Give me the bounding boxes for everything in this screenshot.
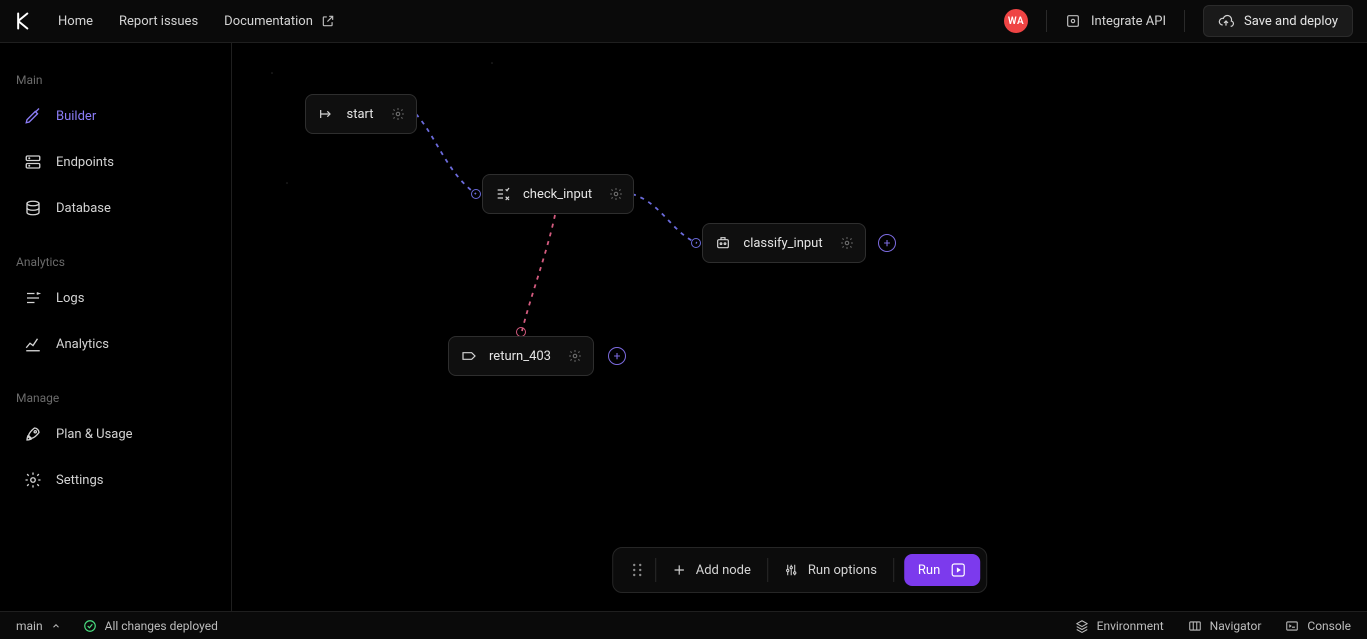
sidebar-item-plan-usage[interactable]: Plan & Usage — [0, 411, 231, 457]
navigator-label: Navigator — [1210, 619, 1262, 633]
chevron-up-icon — [51, 621, 61, 631]
sidebar: Main Builder Endpoints Database Analytic… — [0, 43, 232, 611]
integrate-api-label: Integrate API — [1091, 14, 1166, 29]
node-check-input[interactable]: check_input — [482, 174, 634, 214]
topbar: Home Report issues Documentation WA Inte… — [0, 0, 1367, 43]
builder-icon — [24, 107, 42, 125]
app-logo[interactable] — [14, 11, 34, 31]
gear-icon[interactable] — [567, 347, 583, 365]
console-button[interactable]: Console — [1285, 619, 1351, 633]
api-icon — [1065, 13, 1081, 29]
rocket-icon — [24, 425, 42, 443]
node-label: start — [346, 107, 373, 122]
sidebar-item-database[interactable]: Database — [0, 185, 231, 231]
sidebar-item-label: Settings — [56, 473, 103, 488]
sidebar-item-endpoints[interactable]: Endpoints — [0, 139, 231, 185]
gear-icon[interactable] — [608, 185, 623, 203]
play-icon — [950, 562, 966, 578]
save-deploy-label: Save and deploy — [1244, 14, 1338, 29]
environment-label: Environment — [1097, 619, 1164, 633]
sidebar-item-label: Logs — [56, 291, 84, 306]
deploy-status-label: All changes deployed — [105, 619, 218, 633]
deploy-status: All changes deployed — [83, 619, 218, 633]
nav-report-issues[interactable]: Report issues — [119, 14, 198, 29]
tag-icon — [461, 347, 477, 365]
sidebar-item-analytics[interactable]: Analytics — [0, 321, 231, 367]
add-node-label: Add node — [696, 563, 751, 578]
sidebar-item-label: Builder — [56, 109, 96, 124]
nav-documentation[interactable]: Documentation — [224, 14, 335, 29]
plus-icon — [672, 563, 686, 577]
checklist-icon — [495, 185, 511, 203]
gear-icon — [24, 471, 42, 489]
map-icon — [1188, 619, 1202, 633]
database-icon — [24, 199, 42, 217]
cloud-upload-icon — [1218, 13, 1234, 29]
node-classify-input[interactable]: classify_input — [702, 223, 866, 263]
drag-handle-icon[interactable] — [619, 554, 655, 586]
environment-button[interactable]: Environment — [1075, 619, 1164, 633]
node-input-port[interactable] — [471, 189, 481, 199]
sidebar-item-label: Analytics — [56, 337, 109, 352]
sidebar-item-logs[interactable]: Logs — [0, 275, 231, 321]
save-deploy-button[interactable]: Save and deploy — [1203, 5, 1353, 37]
node-label: classify_input — [743, 236, 822, 251]
external-link-icon — [321, 14, 335, 28]
endpoints-icon — [24, 153, 42, 171]
top-nav: Home Report issues Documentation — [58, 14, 335, 29]
sidebar-item-label: Database — [56, 201, 111, 216]
model-icon — [715, 234, 731, 252]
run-button[interactable]: Run — [904, 554, 980, 586]
logs-icon — [24, 289, 42, 307]
node-label: check_input — [523, 187, 592, 202]
node-input-port[interactable] — [691, 238, 701, 248]
canvas-toolbar: Add node Run options Run — [612, 547, 988, 593]
sidebar-group-manage: Manage — [0, 381, 231, 411]
sidebar-item-label: Endpoints — [56, 155, 114, 170]
node-return-403[interactable]: return_403 — [448, 336, 594, 376]
statusbar: main All changes deployed Environment Na… — [0, 611, 1367, 639]
sidebar-item-builder[interactable]: Builder — [0, 93, 231, 139]
sidebar-group-analytics: Analytics — [0, 245, 231, 275]
nav-documentation-label: Documentation — [224, 14, 313, 29]
branch-selector[interactable]: main — [16, 619, 61, 633]
sidebar-item-label: Plan & Usage — [56, 427, 133, 442]
sidebar-item-settings[interactable]: Settings — [0, 457, 231, 503]
run-options-button[interactable]: Run options — [768, 555, 893, 586]
analytics-icon — [24, 335, 42, 353]
node-start[interactable]: start — [305, 94, 417, 134]
nav-home[interactable]: Home — [58, 14, 93, 29]
navigator-button[interactable]: Navigator — [1188, 619, 1262, 633]
avatar[interactable]: WA — [1004, 9, 1028, 33]
check-circle-icon — [83, 619, 97, 633]
sidebar-group-main: Main — [0, 63, 231, 93]
start-icon — [318, 105, 334, 123]
builder-canvas[interactable]: start check_input classify_input — [232, 43, 1367, 611]
topbar-right: WA Integrate API Save and deploy — [1004, 5, 1353, 37]
add-output-port[interactable]: + — [878, 234, 896, 252]
run-options-label: Run options — [808, 563, 877, 578]
branch-label: main — [16, 619, 43, 633]
node-label: return_403 — [489, 349, 551, 364]
sliders-icon — [784, 563, 798, 577]
add-output-port[interactable]: + — [608, 347, 626, 365]
main-area: Main Builder Endpoints Database Analytic… — [0, 43, 1367, 611]
gear-icon[interactable] — [839, 234, 855, 252]
integrate-api-button[interactable]: Integrate API — [1065, 13, 1166, 29]
console-label: Console — [1307, 619, 1351, 633]
terminal-icon — [1285, 619, 1299, 633]
gear-icon[interactable] — [390, 105, 406, 123]
layers-icon — [1075, 619, 1089, 633]
add-node-button[interactable]: Add node — [656, 555, 767, 586]
run-label: Run — [918, 563, 940, 578]
